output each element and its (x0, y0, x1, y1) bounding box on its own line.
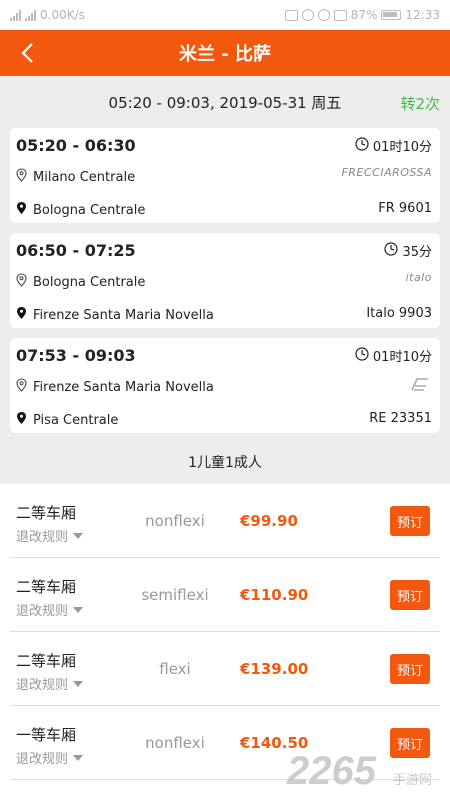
clock-icon (355, 346, 369, 365)
operator-logo-icon (408, 376, 432, 397)
leg-duration: 01时10分 (355, 136, 432, 155)
fare-type: nonflexi (145, 512, 205, 530)
back-button[interactable] (10, 35, 46, 71)
watermark-number: 2265 (286, 749, 377, 793)
fare-price: €110.90 (240, 586, 309, 604)
leg-time: 07:53 - 09:03 (16, 346, 136, 365)
location-filled-icon (16, 201, 27, 219)
caret-down-icon (73, 754, 84, 761)
clock-time: 12:33 (405, 8, 440, 22)
arrival-station: Pisa Centrale (16, 411, 118, 429)
network-speed: 0.00K/s (40, 8, 85, 22)
departure-station-name: Bologna Centrale (33, 274, 146, 290)
leg-duration-text: 01时10分 (372, 140, 432, 155)
book-button[interactable]: 预订 (390, 654, 430, 684)
departure-station-name: Firenze Santa Maria Novella (33, 379, 214, 395)
fare-class: 二等车厢 (16, 652, 77, 670)
signal-icon (10, 9, 21, 21)
book-button[interactable]: 预订 (390, 506, 430, 536)
transfer-count[interactable]: 转2次 (400, 93, 440, 114)
leg-card[interactable]: 07:53 - 09:03 01时10分 Firenze Santa Maria… (10, 338, 440, 433)
back-arrow-icon (21, 43, 33, 63)
fare-class: 二等车厢 (16, 504, 77, 522)
battery-icon (381, 10, 402, 20)
location-outline-icon (16, 378, 27, 396)
caret-down-icon (73, 680, 84, 687)
leg-card[interactable]: 05:20 - 06:30 01时10分 Milano Centrale FRE… (10, 128, 440, 223)
location-outline-icon (16, 273, 27, 291)
hd-icon (284, 9, 298, 21)
refund-rule-label: 退改规则 (16, 604, 69, 619)
watermark-site: 手游网 (393, 773, 432, 788)
refund-rule-label: 退改规则 (16, 678, 69, 693)
trip-summary-text: 05:20 - 09:03, 2019-05-31 周五 (108, 93, 342, 112)
departure-station: Firenze Santa Maria Novella (16, 378, 214, 396)
train-number: Italo 9903 (366, 306, 432, 321)
fare-row: 二等车厢 退改规则 flexi €139.00 预订 (10, 632, 440, 706)
operator-logo: FRECCIAROSSA (341, 166, 432, 179)
signal-icon (25, 9, 36, 21)
status-bar: 0.00K/s 87% 12:33 (0, 0, 450, 30)
arrival-station-name: Firenze Santa Maria Novella (33, 307, 214, 323)
fare-class: 一等车厢 (16, 726, 77, 744)
nav-bar: 米兰 - 比萨 (0, 30, 450, 76)
departure-station-name: Milano Centrale (33, 169, 136, 185)
arrival-station-name: Pisa Centrale (33, 412, 119, 428)
fare-type: flexi (159, 660, 191, 678)
trip-summary: 05:20 - 09:03, 2019-05-31 周五 转2次 (0, 76, 450, 128)
departure-station: Bologna Centrale (16, 273, 145, 291)
refund-rule-label: 退改规则 (16, 530, 69, 545)
fare-row: 二等车厢 退改规则 nonflexi €99.90 预订 (10, 484, 440, 558)
refund-rule-toggle[interactable]: 退改规则 (16, 674, 84, 693)
leg-card[interactable]: 06:50 - 07:25 35分 Bologna Centrale italo… (10, 233, 440, 328)
train-number: FR 9601 (378, 201, 432, 216)
alarm-icon (317, 9, 330, 21)
caret-down-icon (73, 532, 84, 539)
legs-list: 05:20 - 06:30 01时10分 Milano Centrale FRE… (0, 128, 450, 433)
leg-duration-text: 01时10分 (372, 350, 432, 365)
leg-duration: 01时10分 (355, 346, 432, 365)
refund-rule-toggle[interactable]: 退改规则 (16, 600, 84, 619)
leg-duration: 35分 (384, 241, 432, 260)
fare-row: 二等车厢 退改规则 semiflexi €110.90 预订 (10, 558, 440, 632)
fare-price: €139.00 (240, 660, 309, 678)
operator-logo: italo (405, 271, 432, 284)
arrival-station: Firenze Santa Maria Novella (16, 306, 214, 324)
caret-down-icon (73, 606, 84, 613)
arrival-station-name: Bologna Centrale (33, 202, 146, 218)
passenger-summary: 1儿童1成人 (188, 455, 262, 471)
clock-icon (384, 241, 399, 260)
fare-class: 二等车厢 (16, 578, 77, 596)
refund-rule-toggle[interactable]: 退改规则 (16, 748, 84, 767)
location-filled-icon (16, 411, 27, 429)
fare-type: nonflexi (145, 734, 205, 752)
fare-type: semiflexi (141, 586, 209, 604)
leg-time: 05:20 - 06:30 (16, 136, 136, 155)
refund-rule-label: 退改规则 (16, 752, 69, 767)
book-button[interactable]: 预订 (390, 580, 430, 610)
vibrate-icon (333, 9, 347, 21)
watermark-logo: 2265 手游网 (286, 749, 432, 793)
page-title: 米兰 - 比萨 (178, 44, 271, 65)
location-outline-icon (16, 168, 27, 186)
leg-duration-text: 35分 (402, 245, 432, 260)
arrival-station: Bologna Centrale (16, 201, 145, 219)
fare-price: €99.90 (240, 512, 298, 530)
eye-icon (301, 9, 314, 21)
departure-station: Milano Centrale (16, 168, 135, 186)
battery-percent: 87% (350, 8, 378, 22)
refund-rule-toggle[interactable]: 退改规则 (16, 526, 84, 545)
location-filled-icon (16, 306, 27, 324)
train-number: RE 23351 (369, 411, 432, 426)
leg-time: 06:50 - 07:25 (16, 241, 136, 260)
clock-icon (355, 136, 369, 155)
